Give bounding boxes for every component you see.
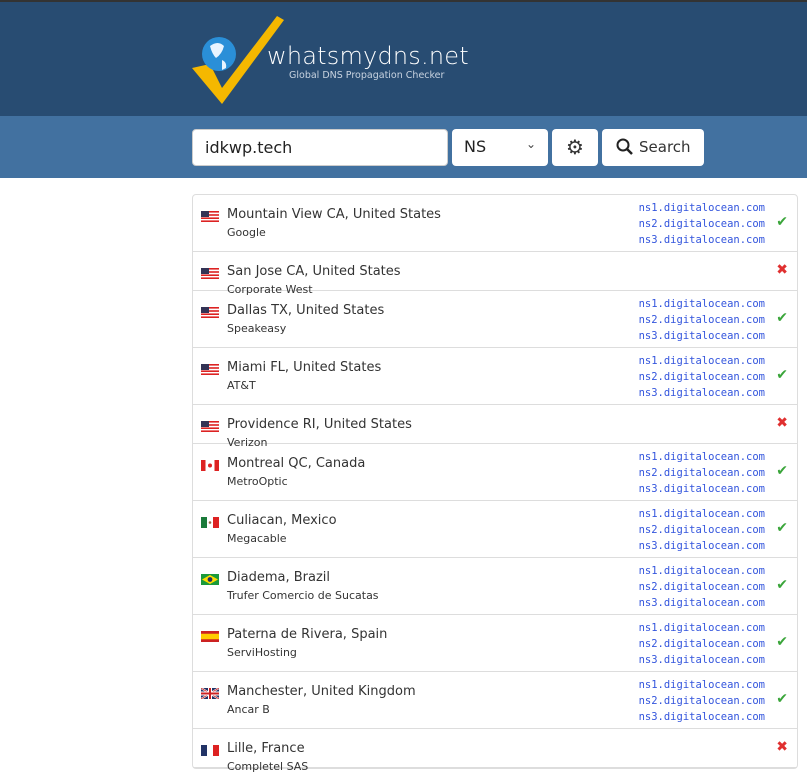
tagline: Global DNS Propagation Checker bbox=[289, 70, 445, 81]
record-value: ns1.digitalocean.com bbox=[638, 202, 765, 214]
record-value: ns1.digitalocean.com bbox=[638, 622, 765, 634]
record-value: ns2.digitalocean.com bbox=[638, 314, 765, 326]
location-name: Miami FL, United States bbox=[227, 360, 382, 375]
search-label: Search bbox=[639, 138, 691, 156]
provider-name: ServiHosting bbox=[227, 646, 297, 659]
record-value: ns2.digitalocean.com bbox=[638, 218, 765, 230]
check-icon: ✔ bbox=[776, 214, 788, 230]
record-type-value: NS bbox=[464, 137, 487, 156]
flag-br-icon bbox=[201, 574, 219, 585]
check-icon: ✔ bbox=[776, 520, 788, 536]
record-value: ns3.digitalocean.com bbox=[638, 483, 765, 495]
record-value: ns1.digitalocean.com bbox=[638, 679, 765, 691]
result-row: Miami FL, United States AT&T ns1.digital… bbox=[193, 348, 797, 405]
search-icon bbox=[616, 138, 633, 155]
record-value: ns1.digitalocean.com bbox=[638, 565, 765, 577]
check-icon: ✔ bbox=[776, 691, 788, 707]
record-value: ns3.digitalocean.com bbox=[638, 234, 765, 246]
search-button[interactable]: Search bbox=[602, 129, 704, 166]
records: ns1.digitalocean.com ns2.digitalocean.com… bbox=[639, 563, 765, 611]
record-value: ns3.digitalocean.com bbox=[638, 387, 765, 399]
record-value: ns1.digitalocean.com bbox=[638, 508, 765, 520]
record-value: ns3.digitalocean.com bbox=[638, 711, 765, 723]
result-row: Manchester, United Kingdom Ancar B ns1.d… bbox=[193, 672, 797, 729]
flag-us-icon bbox=[201, 268, 219, 279]
record-value: ns2.digitalocean.com bbox=[638, 524, 765, 536]
location-name: Paterna de Rivera, Spain bbox=[227, 627, 388, 642]
result-row: Dallas TX, United States Speakeasy ns1.d… bbox=[193, 291, 797, 348]
flag-fr-icon bbox=[201, 745, 219, 756]
gear-icon: ⚙ bbox=[566, 135, 584, 159]
record-value: ns2.digitalocean.com bbox=[638, 581, 765, 593]
result-row: Diadema, Brazil Trufer Comercio de Sucat… bbox=[193, 558, 797, 615]
record-value: ns1.digitalocean.com bbox=[638, 451, 765, 463]
result-row: Montreal QC, Canada MetroOptic ns1.digit… bbox=[193, 444, 797, 501]
flag-mx-icon bbox=[201, 517, 219, 528]
provider-name: AT&T bbox=[227, 379, 256, 392]
record-value: ns3.digitalocean.com bbox=[638, 597, 765, 609]
chevron-down-icon: ⌄ bbox=[525, 137, 536, 151]
flag-us-icon bbox=[201, 307, 219, 318]
provider-name: Ancar B bbox=[227, 703, 270, 716]
records: ns1.digitalocean.com ns2.digitalocean.com… bbox=[639, 449, 765, 497]
provider-name: Completel SAS bbox=[227, 760, 309, 773]
location-name: San Jose CA, United States bbox=[227, 264, 401, 279]
flag-us-icon bbox=[201, 211, 219, 222]
record-value: ns3.digitalocean.com bbox=[638, 654, 765, 666]
check-icon: ✔ bbox=[776, 634, 788, 650]
provider-name: Speakeasy bbox=[227, 322, 287, 335]
records: ns1.digitalocean.com ns2.digitalocean.com… bbox=[639, 296, 765, 344]
result-row: Paterna de Rivera, Spain ServiHosting ns… bbox=[193, 615, 797, 672]
check-icon: ✔ bbox=[776, 367, 788, 383]
record-value: ns2.digitalocean.com bbox=[638, 638, 765, 650]
records: ns1.digitalocean.com ns2.digitalocean.com… bbox=[639, 620, 765, 668]
record-value: ns1.digitalocean.com bbox=[638, 298, 765, 310]
cross-icon: ✖ bbox=[776, 739, 788, 755]
flag-ca-icon bbox=[201, 460, 219, 471]
location-name: Culiacan, Mexico bbox=[227, 513, 337, 528]
flag-us-icon bbox=[201, 364, 219, 375]
record-value: ns3.digitalocean.com bbox=[638, 330, 765, 342]
result-row: Lille, France Completel SAS ✖ bbox=[193, 729, 797, 773]
provider-name: Trufer Comercio de Sucatas bbox=[227, 589, 379, 602]
location-name: Montreal QC, Canada bbox=[227, 456, 366, 471]
results-list: Mountain View CA, United States Google n… bbox=[192, 194, 798, 773]
location-name: Diadema, Brazil bbox=[227, 570, 331, 585]
records: ns1.digitalocean.com ns2.digitalocean.com… bbox=[639, 506, 765, 554]
cross-icon: ✖ bbox=[776, 415, 788, 431]
record-value: ns3.digitalocean.com bbox=[638, 540, 765, 552]
record-value: ns1.digitalocean.com bbox=[638, 355, 765, 367]
record-type-select[interactable]: NS ⌄ bbox=[452, 129, 548, 166]
flag-es-icon bbox=[201, 631, 219, 642]
record-value: ns2.digitalocean.com bbox=[638, 371, 765, 383]
record-value: ns2.digitalocean.com bbox=[638, 467, 765, 479]
location-name: Mountain View CA, United States bbox=[227, 207, 441, 222]
result-row: Culiacan, Mexico Megacable ns1.digitaloc… bbox=[193, 501, 797, 558]
search-bar: NS ⌄ ⚙ Search bbox=[0, 116, 807, 178]
settings-button[interactable]: ⚙ bbox=[552, 129, 598, 166]
location-name: Manchester, United Kingdom bbox=[227, 684, 416, 699]
result-row: Mountain View CA, United States Google n… bbox=[193, 195, 797, 252]
record-value: ns2.digitalocean.com bbox=[638, 695, 765, 707]
site-header: whatsmydns.net Global DNS Propagation Ch… bbox=[0, 0, 807, 116]
records: ns1.digitalocean.com ns2.digitalocean.com… bbox=[639, 200, 765, 248]
check-icon: ✔ bbox=[776, 310, 788, 326]
location-name: Dallas TX, United States bbox=[227, 303, 385, 318]
result-row: San Jose CA, United States Corporate Wes… bbox=[193, 252, 797, 296]
location-name: Providence RI, United States bbox=[227, 417, 412, 432]
provider-name: MetroOptic bbox=[227, 475, 288, 488]
cross-icon: ✖ bbox=[776, 262, 788, 278]
provider-name: Google bbox=[227, 226, 266, 239]
check-icon: ✔ bbox=[776, 463, 788, 479]
provider-name: Megacable bbox=[227, 532, 287, 545]
brand-name: whatsmydns.net bbox=[267, 42, 469, 70]
flag-gb-icon bbox=[201, 688, 219, 699]
flag-us-icon bbox=[201, 421, 219, 432]
records: ns1.digitalocean.com ns2.digitalocean.com… bbox=[639, 677, 765, 725]
location-name: Lille, France bbox=[227, 741, 305, 756]
result-row: Providence RI, United States Verizon ✖ bbox=[193, 405, 797, 449]
check-icon: ✔ bbox=[776, 577, 788, 593]
records: ns1.digitalocean.com ns2.digitalocean.com… bbox=[639, 353, 765, 401]
domain-input[interactable] bbox=[192, 129, 448, 166]
